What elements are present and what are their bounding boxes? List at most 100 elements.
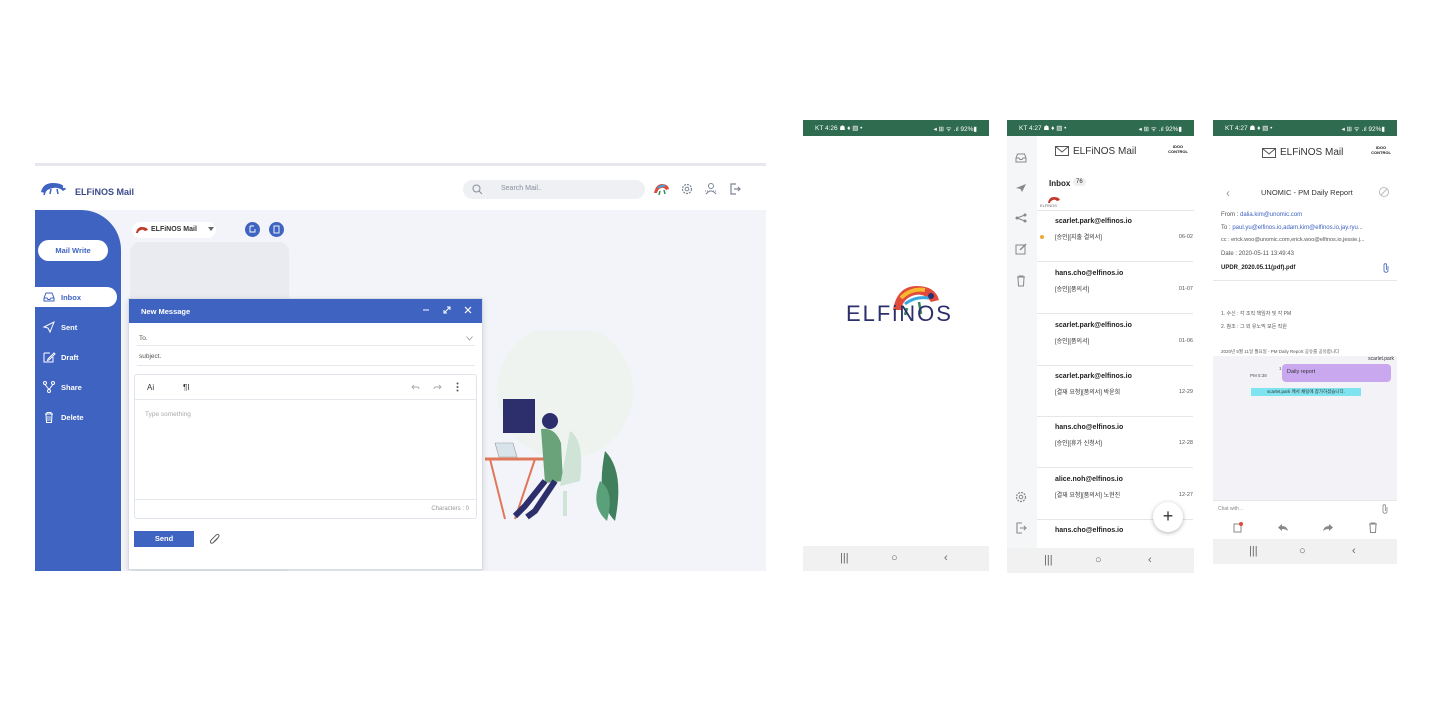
sidebar-item-sent[interactable]: Sent — [35, 317, 121, 337]
cc-line: cc : erick.woo@unomic.com,erick.woo@elfi… — [1221, 237, 1365, 243]
idoo-control-badge: IDOO CONTROL — [1371, 145, 1391, 155]
sidebar-item-draft[interactable]: Draft — [35, 347, 121, 367]
to-addresses[interactable]: paul.yu@elfinos.io,adam.kim@elfinos.io,j… — [1232, 225, 1362, 231]
paragraph-button[interactable]: ¶I — [183, 383, 190, 392]
edit-icon[interactable] — [1015, 243, 1027, 255]
ai-assistant-icon[interactable] — [1378, 186, 1390, 198]
compose-title: New Message — [141, 307, 191, 316]
inbox-icon[interactable] — [1015, 153, 1027, 163]
logo-text: ELFiNOS — [846, 301, 953, 326]
back-icon[interactable]: ‹ — [1352, 545, 1356, 557]
minimize-icon[interactable] — [422, 306, 430, 314]
account-selector[interactable]: ELFiNOS Mail — [132, 222, 216, 238]
body-text-line: 2. 참조 : 그 외 유노믹 모든 직원 — [1221, 324, 1287, 330]
redo-icon[interactable] — [433, 383, 442, 391]
mail-sender: hans.cho@elfinos.io — [1055, 527, 1124, 534]
editor[interactable]: Ai ¶I Type something Characters : 0 — [134, 374, 477, 519]
mail-list-item[interactable]: hans.cho@elfinos.io [승인][품의서] 01-07 — [1037, 263, 1193, 314]
edit-icon — [42, 350, 56, 364]
search-icon — [472, 184, 483, 195]
home-icon[interactable]: ○ — [891, 552, 898, 564]
send-icon[interactable] — [1015, 183, 1027, 193]
refresh-button[interactable] — [269, 222, 284, 237]
settings-gear-icon[interactable] — [681, 183, 693, 195]
compose-fab-button[interactable]: + — [1153, 502, 1183, 532]
search-input[interactable]: Search Mail.. — [501, 185, 542, 192]
mail-list-item[interactable]: scarlet.park@elfinos.io [승인][품의서] 01-06 — [1037, 315, 1193, 366]
back-icon[interactable]: ‹ — [1148, 554, 1152, 566]
mail-write-button[interactable]: Mail Write — [38, 240, 108, 261]
android-nav-bar: ||| ○ ‹ — [803, 546, 989, 571]
status-right: ◂ ⊞ ᯤ .ıl 92%▮ — [1138, 126, 1182, 133]
chevron-down-icon[interactable] — [466, 336, 473, 341]
from-address[interactable]: dalia.kim@unomic.com — [1240, 212, 1302, 218]
expand-icon[interactable] — [443, 306, 451, 314]
back-arrow-icon[interactable]: ‹ — [1226, 186, 1230, 200]
body-text-line: 2020년 5월 11일 월요일 - PM Daily Report 공유를 공… — [1221, 349, 1340, 354]
sidebar-item-label: Delete — [61, 413, 84, 422]
sidebar-item-share[interactable]: Share — [35, 377, 121, 397]
mail-subject: [승인][휴가 신청서] — [1055, 441, 1102, 447]
android-nav-bar: ||| ○ ‹ — [1007, 548, 1194, 573]
chameleon-avatar-icon[interactable] — [653, 182, 670, 196]
status-left: KT 4:26 ☗ ♦ ▧ • — [815, 125, 863, 132]
mail-list-item[interactable]: scarlet.park@elfinos.io [승인][지출 결의서] 06-… — [1037, 211, 1193, 262]
mail-icon — [1055, 146, 1069, 156]
logout-icon[interactable] — [729, 183, 741, 195]
status-right: ◂ ⊞ ᯤ .ıl 92%▮ — [1341, 126, 1385, 133]
paperclip-icon[interactable] — [1381, 504, 1389, 514]
attachment-name[interactable]: UPDR_2020.05.11(pdf).pdf — [1221, 265, 1295, 271]
from-label: From : — [1221, 212, 1239, 218]
sidebar-item-inbox[interactable]: Inbox — [35, 287, 117, 307]
mail-icon — [1262, 148, 1276, 158]
send-button[interactable]: Send — [134, 531, 194, 547]
recent-apps-icon[interactable]: ||| — [1249, 545, 1258, 557]
subject-field[interactable]: subject. — [139, 353, 161, 360]
to-line: To : paul.yu@elfinos.io,adam.kim@elfinos… — [1221, 225, 1363, 231]
trash-icon[interactable] — [1016, 275, 1026, 287]
back-icon[interactable]: ‹ — [944, 552, 948, 564]
mail-sender: hans.cho@elfinos.io — [1055, 424, 1124, 431]
body-input[interactable]: Type something — [145, 411, 191, 418]
trash-icon[interactable] — [1368, 522, 1378, 533]
status-bar: KT 4:27 ☗ ♦ ▧ • ◂ ⊞ ᯤ .ıl 92%▮ — [1007, 120, 1194, 136]
send-icon — [42, 320, 56, 334]
mail-list-item[interactable]: hans.cho@elfinos.io [승인][휴가 신청서] 12-28 — [1037, 417, 1193, 468]
paperclip-icon[interactable] — [209, 533, 221, 545]
sidebar-item-label: Sent — [61, 323, 78, 332]
share-icon[interactable] — [1015, 213, 1027, 223]
more-options-icon[interactable] — [456, 382, 459, 392]
sidebar-item-delete[interactable]: Delete — [35, 407, 121, 427]
recent-apps-icon[interactable]: ||| — [1044, 554, 1053, 566]
user-group-icon[interactable] — [704, 182, 718, 196]
home-icon[interactable]: ○ — [1299, 545, 1306, 557]
inbox-icon — [42, 290, 56, 304]
forward-icon[interactable] — [1322, 523, 1334, 532]
settings-gear-icon[interactable] — [1015, 491, 1027, 503]
mail-subject: [승인][지출 결의서] — [1055, 235, 1102, 241]
font-style-button[interactable]: Ai — [147, 383, 154, 392]
home-icon[interactable]: ○ — [1095, 554, 1102, 566]
inbox-label: Inbox — [1049, 179, 1071, 188]
mail-sender: hans.cho@elfinos.io — [1055, 270, 1124, 277]
to-field[interactable]: To. — [139, 335, 148, 342]
reply-icon[interactable] — [1277, 523, 1289, 532]
desktop-window: ELFiNOS Mail Search Mail.. Mail Write In… — [35, 163, 766, 571]
chat-input[interactable]: Chat with .. — [1218, 506, 1243, 512]
chat-time: PM 5:38 — [1250, 373, 1267, 378]
paperclip-icon[interactable] — [1382, 263, 1390, 273]
new-mail-icon[interactable] — [1233, 522, 1243, 533]
chameleon-logo-icon — [39, 180, 69, 196]
desktop-header: ELFiNOS Mail Search Mail.. — [35, 166, 766, 210]
undo-icon[interactable] — [411, 383, 420, 391]
body-text-line: 1. 수신 : 각 조직 책임자 및 각 PM — [1221, 311, 1292, 317]
search-bar[interactable]: Search Mail.. — [463, 180, 645, 199]
status-left: KT 4:27 ☗ ♦ ▧ • — [1225, 125, 1273, 132]
logout-icon[interactable] — [1015, 522, 1027, 534]
mail-list-item[interactable]: scarlet.park@elfinos.io [결재 요청][품의서] 박윤희… — [1037, 366, 1193, 417]
mail-subject: [승인][품의서] — [1055, 287, 1090, 293]
recent-apps-icon[interactable]: ||| — [840, 552, 849, 564]
close-icon[interactable] — [464, 306, 472, 314]
compose-shortcut-button[interactable] — [245, 222, 260, 237]
chat-username: scarlet.park — [1368, 356, 1394, 362]
